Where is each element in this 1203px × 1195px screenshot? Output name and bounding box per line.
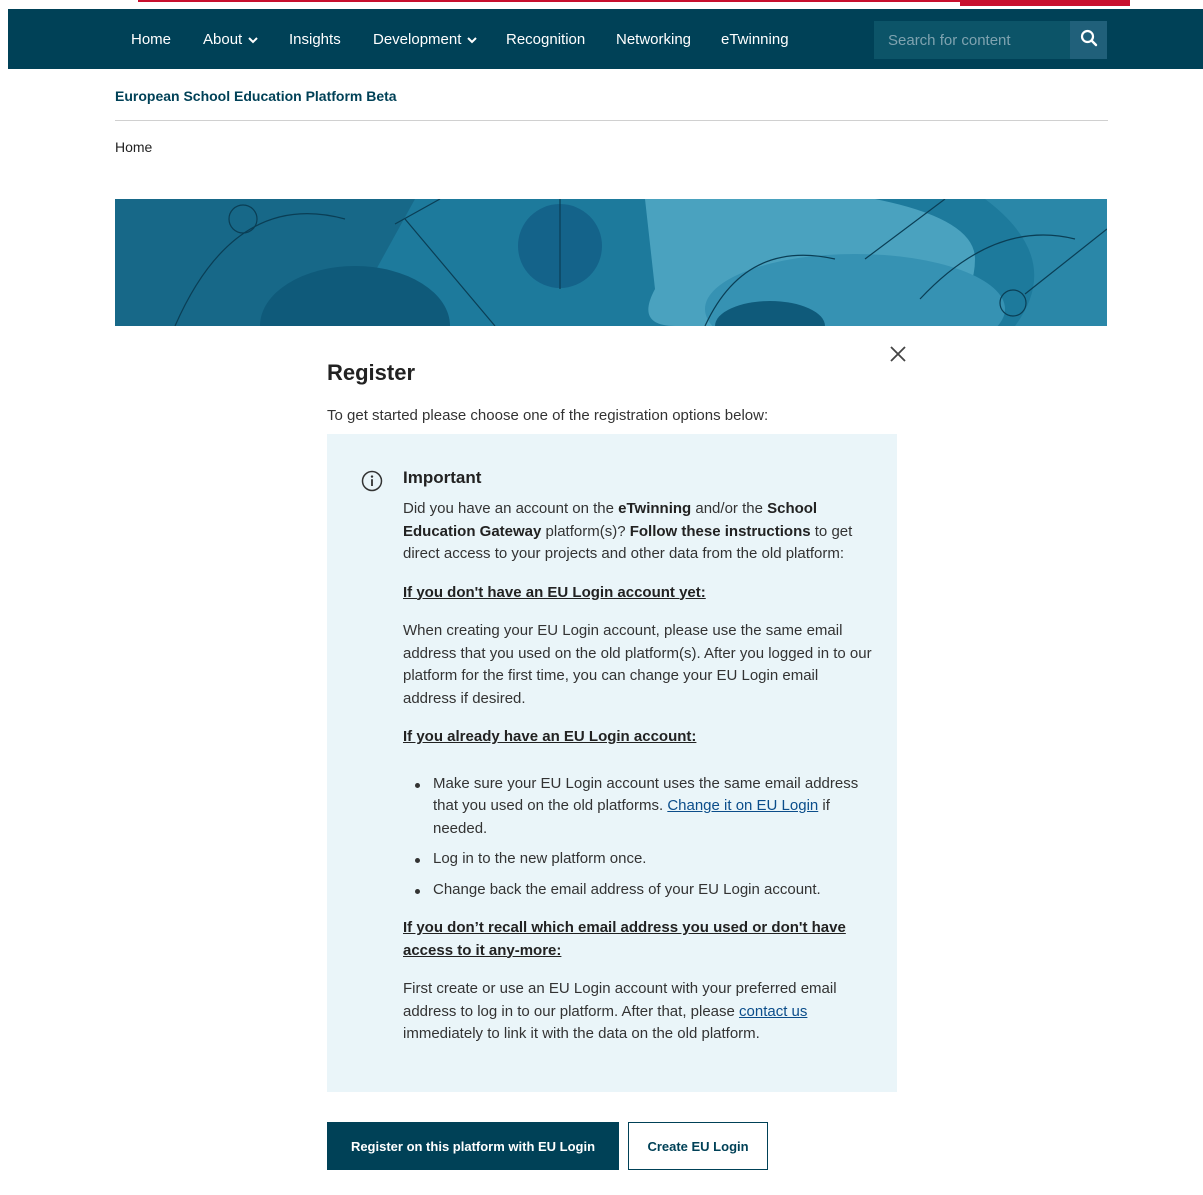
breadcrumb[interactable]: Home — [115, 139, 152, 155]
nav-item-home[interactable]: Home — [131, 9, 171, 69]
intro-bold: eTwinning — [618, 500, 692, 517]
nav-item-etwinning[interactable]: eTwinning — [721, 9, 789, 69]
notice-heading: Important — [403, 468, 482, 487]
section-heading-no-account: If you don't have an EU Login account ye… — [403, 583, 706, 601]
notice-intro: Did you have an account on the eTwinning… — [403, 498, 873, 566]
nav-item-label: Networking — [616, 31, 692, 48]
section-text: immediately to link it with the data on … — [403, 1025, 760, 1042]
nav-item-label: Development — [373, 31, 462, 48]
banner-pattern — [115, 199, 1107, 326]
intro-text: and/or the — [691, 500, 768, 517]
nav-item-label: eTwinning — [721, 31, 789, 48]
search-input[interactable] — [874, 21, 1070, 59]
section-text-no-recall: First create or use an EU Login account … — [403, 978, 873, 1046]
chevron-down-icon — [467, 9, 478, 71]
search-icon — [1080, 29, 1098, 52]
nav-item-insights[interactable]: Insights — [289, 9, 341, 69]
notice-body: Important Did you have an account on the… — [403, 466, 873, 1062]
close-icon — [886, 346, 910, 370]
create-eu-login-button[interactable]: Create EU Login — [628, 1122, 768, 1170]
nav-item-label: Recognition — [506, 31, 586, 48]
top-accent-strip — [0, 0, 1203, 9]
intro-text: platform(s)? — [541, 522, 630, 540]
instruction-list: Make sure your EU Login account uses the… — [403, 773, 873, 902]
section-text-no-account: When creating your EU Login account, ple… — [403, 622, 872, 707]
change-on-eu-login-link[interactable]: Change it on EU Login — [667, 797, 818, 814]
info-icon — [361, 470, 383, 492]
list-item: Make sure your EU Login account uses the… — [403, 773, 873, 841]
close-button[interactable] — [886, 342, 910, 366]
modal-subtitle: To get started please choose one of the … — [327, 407, 769, 424]
nav-item-networking[interactable]: Networking — [616, 9, 691, 69]
modal-title: Register — [327, 360, 416, 385]
search-button[interactable] — [1070, 21, 1107, 59]
section-heading-has-account: If you already have an EU Login account: — [403, 728, 697, 745]
section-heading-no-recall: If you don’t recall which email address … — [403, 919, 846, 959]
nav-item-recognition[interactable]: Recognition — [506, 9, 585, 69]
nav-item-label: Home — [131, 31, 172, 48]
contact-us-link[interactable]: contact us — [739, 1003, 807, 1020]
chevron-down-icon — [248, 9, 258, 71]
hero-banner — [115, 199, 1107, 326]
search-box — [874, 21, 1070, 59]
list-item: Log in to the new platform once. — [403, 848, 873, 871]
list-item: Change back the email address of your EU… — [403, 879, 873, 902]
nav-item-label: About — [203, 31, 243, 48]
nav-item-development[interactable]: Development — [373, 9, 478, 71]
main-nav: Home About Insights Development Recognit… — [8, 9, 1203, 69]
register-with-eu-login-button[interactable]: Register on this platform with EU Login — [327, 1122, 619, 1170]
nav-item-label: Insights — [289, 31, 341, 48]
nav-item-about[interactable]: About — [203, 9, 258, 69]
site-title[interactable]: European School Education Platform Beta — [115, 88, 397, 104]
top-accent-line — [138, 0, 960, 2]
header-divider — [115, 120, 1108, 121]
intro-text: Did you have an account on the — [403, 500, 619, 517]
top-accent-block — [960, 0, 1130, 6]
intro-bold: Follow these instructions — [629, 522, 811, 540]
important-notice: Important Did you have an account on the… — [327, 434, 897, 1092]
